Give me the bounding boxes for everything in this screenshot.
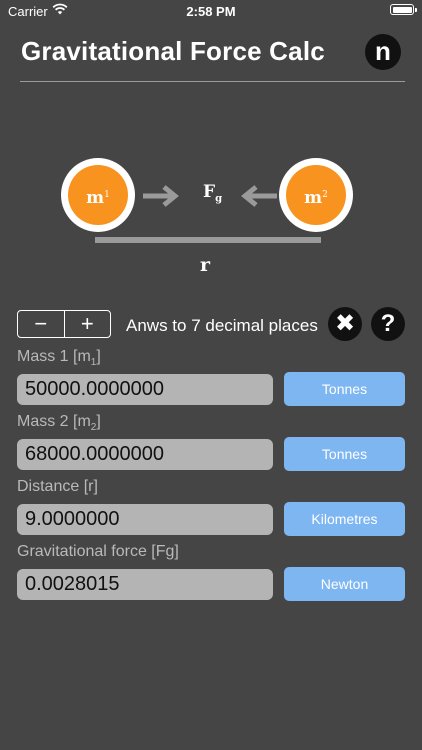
status-bar: Carrier 2:58 PM bbox=[0, 0, 422, 22]
mass1-input[interactable]: 50000.0000000 bbox=[17, 374, 273, 405]
mass2-input[interactable]: 68000.0000000 bbox=[17, 439, 273, 470]
mass1-label: Mass 1 [m1] bbox=[17, 348, 101, 369]
increase-decimals-button[interactable]: + bbox=[63, 311, 111, 337]
distance-bar bbox=[95, 237, 321, 243]
app-logo-button[interactable]: n bbox=[365, 34, 401, 70]
gravity-diagram: m1 Fg m2 r bbox=[0, 150, 422, 280]
header-divider bbox=[20, 81, 405, 82]
distance-symbol: r bbox=[200, 254, 211, 276]
force-symbol: Fg bbox=[203, 182, 223, 205]
distance-label: Distance [r] bbox=[17, 478, 98, 495]
decimal-places-label: Anws to 7 decimal places bbox=[126, 316, 318, 335]
mass1-symbol: m bbox=[86, 188, 105, 208]
help-icon[interactable]: ? bbox=[371, 307, 405, 341]
battery-icon bbox=[390, 4, 417, 15]
decimal-stepper[interactable]: − + bbox=[17, 310, 111, 338]
mass2-symbol: m bbox=[304, 188, 323, 208]
mass2-unit-button[interactable]: Tonnes bbox=[284, 437, 405, 471]
force-result-field[interactable]: 0.0028015 bbox=[17, 569, 273, 600]
mass1-index: 1 bbox=[104, 190, 110, 200]
clear-icon[interactable]: ✖ bbox=[328, 307, 362, 341]
force-label: Gravitational force [Fg] bbox=[17, 543, 179, 560]
mass2-label: Mass 2 [m2] bbox=[17, 413, 101, 434]
arrow-right-icon bbox=[143, 185, 179, 207]
mass2-circle-icon: m2 bbox=[279, 158, 353, 232]
arrow-left-icon bbox=[241, 185, 277, 207]
mass2-index: 2 bbox=[322, 190, 328, 200]
distance-input[interactable]: 9.0000000 bbox=[17, 504, 273, 535]
decrease-decimals-button[interactable]: − bbox=[18, 311, 64, 337]
clock: 2:58 PM bbox=[186, 4, 236, 19]
force-unit-button[interactable]: Newton bbox=[284, 567, 405, 601]
mass1-circle-icon: m1 bbox=[61, 158, 135, 232]
distance-unit-button[interactable]: Kilometres bbox=[284, 502, 405, 536]
page-title: Gravitational Force Calc bbox=[21, 36, 325, 66]
mass1-unit-button[interactable]: Tonnes bbox=[284, 372, 405, 406]
